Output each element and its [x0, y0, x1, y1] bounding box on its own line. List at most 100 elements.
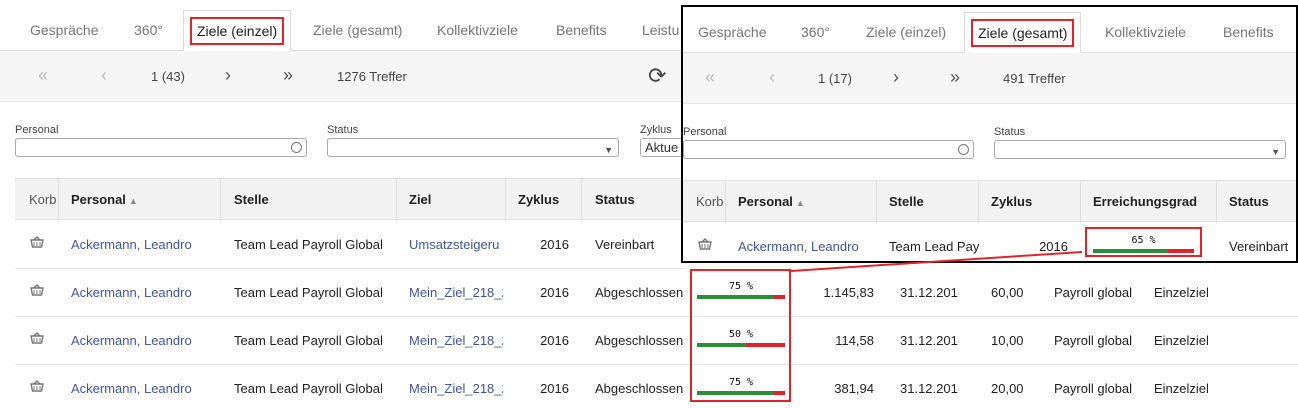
- cell-bereich: Payroll global: [1054, 285, 1133, 300]
- cell-status: Vereinbart: [595, 237, 655, 252]
- cell-datum: 31.12.201: [900, 285, 958, 300]
- basket-icon[interactable]: [698, 238, 712, 250]
- cell-personal[interactable]: Ackermann, Leandro: [71, 285, 192, 300]
- tab-gespraeche[interactable]: Gespräche: [698, 24, 766, 40]
- first-page-icon[interactable]: «: [38, 65, 48, 86]
- basket-icon[interactable]: [30, 236, 44, 248]
- basket-icon[interactable]: [30, 284, 44, 296]
- tab-360[interactable]: 360°: [801, 24, 830, 40]
- cell-art: Einzelziel: [1154, 333, 1209, 348]
- table-row[interactable]: Ackermann, Leandro Team Lead Payroll Glo…: [15, 317, 684, 365]
- col-korb: Korb: [29, 192, 57, 207]
- column-divider: [978, 181, 979, 223]
- cell-zyklus: 2016: [540, 381, 569, 396]
- tab-ziele-gesamt[interactable]: Ziele (gesamt): [964, 12, 1082, 54]
- col-personal[interactable]: Personal ▲: [71, 192, 138, 207]
- col-stelle[interactable]: Stelle: [234, 192, 269, 207]
- progress-fill: [697, 391, 773, 395]
- col-status[interactable]: Status: [595, 192, 635, 207]
- tab-360[interactable]: 360°: [134, 22, 163, 38]
- filter-status-select[interactable]: ▼: [327, 138, 619, 157]
- page-indicator: 1 (17): [818, 71, 852, 86]
- sort-asc-icon: ▲: [128, 196, 138, 206]
- cell-wert: 60,00: [991, 285, 1024, 300]
- col-zyklus[interactable]: Zyklus: [991, 194, 1032, 209]
- cell-stelle: Team Lead Payroll Global: [234, 333, 383, 348]
- cell-zyklus: 2016: [540, 333, 569, 348]
- col-ziel[interactable]: Ziel: [409, 192, 431, 207]
- cell-ziel[interactable]: Mein_Ziel_218_2: [409, 333, 503, 348]
- chevron-down-icon: ▼: [604, 145, 613, 155]
- tab-ziele-einzel[interactable]: Ziele (einzel): [866, 24, 946, 40]
- col-erreichungsgrad[interactable]: Erreichungsgrad: [1093, 194, 1197, 209]
- filter-status-label: Status: [327, 124, 359, 136]
- table-row[interactable]: Ackermann, Leandro Team Lead Pay 2016 Ve…: [683, 223, 1296, 261]
- progress-label: 75 %: [728, 377, 754, 388]
- cell-status: Vereinbart: [1229, 239, 1289, 254]
- last-page-icon[interactable]: »: [950, 67, 960, 88]
- cell-personal[interactable]: Ackermann, Leandro: [71, 237, 192, 252]
- filter-zyklus-label: Zyklus: [640, 124, 672, 136]
- tab-benefits[interactable]: Benefits: [556, 22, 607, 38]
- filter-zyklus-select[interactable]: Aktue: [640, 138, 684, 157]
- progress-fill: [1093, 249, 1168, 253]
- filter-personal-input[interactable]: [683, 140, 974, 159]
- progress-bar: 65 %: [1093, 235, 1194, 257]
- tab-gespraeche[interactable]: Gespräche: [30, 22, 98, 38]
- prev-page-icon[interactable]: ‹: [769, 67, 775, 88]
- table-row[interactable]: Ackermann, Leandro Team Lead Payroll Glo…: [15, 269, 684, 317]
- tab-benefits[interactable]: Benefits: [1223, 24, 1274, 40]
- basket-icon[interactable]: [30, 332, 44, 344]
- pager: « ‹ 1 (43) › » 1276 Treffer ⟳: [0, 51, 684, 102]
- col-personal-label: Personal: [738, 194, 793, 209]
- progress-bar: 75 %: [697, 281, 785, 303]
- cell-personal[interactable]: Ackermann, Leandro: [71, 333, 192, 348]
- col-zyklus[interactable]: Zyklus: [518, 192, 559, 207]
- table-header: Korb Personal ▲ Stelle Ziel Zyklus Status: [15, 178, 684, 221]
- filter-personal-label: Personal: [683, 126, 727, 138]
- cell-status: Abgeschlossen: [595, 333, 684, 348]
- col-personal[interactable]: Personal ▲: [738, 194, 805, 209]
- prev-page-icon[interactable]: ‹: [101, 65, 107, 86]
- cell-zyklus: 2016: [540, 237, 569, 252]
- filter-personal-label: Personal: [15, 124, 59, 136]
- progress-label: 75 %: [728, 281, 754, 292]
- refresh-icon[interactable]: ⟳: [648, 63, 666, 89]
- cell-betrag: 1.145,83: [823, 285, 874, 300]
- cell-personal[interactable]: Ackermann, Leandro: [71, 381, 192, 396]
- tab-kollektivziele[interactable]: Kollektivziele: [1105, 24, 1186, 40]
- column-divider: [1080, 181, 1081, 223]
- search-icon: [291, 142, 302, 153]
- tab-ziele-einzel[interactable]: Ziele (einzel): [183, 10, 292, 52]
- cell-ziel[interactable]: Umsatzsteigeru: [409, 237, 503, 252]
- cell-personal[interactable]: Ackermann, Leandro: [738, 239, 859, 254]
- table-row[interactable]: Ackermann, Leandro Team Lead Payroll Glo…: [15, 365, 684, 408]
- col-stelle[interactable]: Stelle: [889, 194, 924, 209]
- next-page-icon[interactable]: ›: [225, 65, 231, 86]
- next-page-icon[interactable]: ›: [893, 67, 899, 88]
- cell-ziel[interactable]: Mein_Ziel_218_2: [409, 381, 503, 396]
- filter-personal-input[interactable]: [15, 138, 307, 157]
- tab-kollektivziele[interactable]: Kollektivziele: [437, 22, 518, 38]
- progress-bar: 50 %: [697, 329, 785, 351]
- table-row[interactable]: Ackermann, Leandro Team Lead Payroll Glo…: [15, 221, 684, 269]
- cell-bereich: Payroll global: [1054, 333, 1133, 348]
- column-divider: [220, 179, 221, 221]
- cell-betrag: 114,58: [835, 333, 874, 348]
- cell-bereich: Payroll global: [1054, 381, 1133, 396]
- progress-track: [697, 343, 785, 347]
- col-status[interactable]: Status: [1229, 194, 1269, 209]
- tab-ziele-einzel-label: Ziele (einzel): [190, 17, 285, 45]
- first-page-icon[interactable]: «: [705, 67, 715, 88]
- cell-ziel[interactable]: Mein_Ziel_218_2: [409, 285, 503, 300]
- last-page-icon[interactable]: »: [283, 65, 293, 86]
- basket-icon[interactable]: [30, 380, 44, 392]
- tab-ziele-gesamt[interactable]: Ziele (gesamt): [313, 22, 402, 38]
- column-divider: [876, 181, 877, 223]
- progress-fill: [697, 295, 773, 299]
- filter-status-select[interactable]: ▼: [994, 140, 1286, 159]
- column-divider: [581, 179, 582, 221]
- column-divider: [58, 179, 59, 221]
- filter-status-label: Status: [994, 126, 1026, 138]
- tab-leistung[interactable]: Leistu: [642, 22, 679, 38]
